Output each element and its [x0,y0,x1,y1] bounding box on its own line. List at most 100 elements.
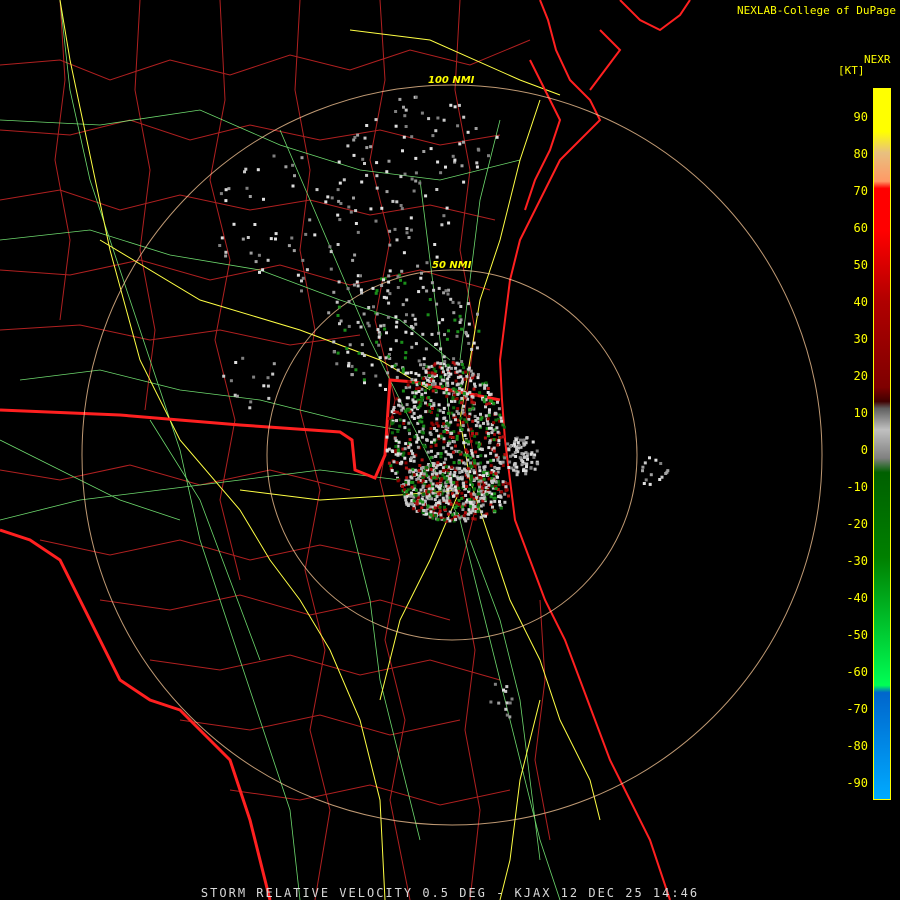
echo-pixel [396,275,400,279]
echo-pixel [328,245,332,249]
echo-pixel [505,685,509,689]
echo-pixel [460,401,464,405]
echo-pixel [442,437,446,441]
echo-pixel [399,175,403,179]
echo-pixel [495,426,499,430]
echo-pixel [530,460,534,464]
echo-pixel [462,366,466,370]
echo-pixel [473,505,477,509]
echo-pixel [497,439,501,443]
echo-pixel [641,465,645,469]
echo-pixel [460,491,464,495]
echo-pixel [512,442,516,446]
echo-pixel [446,512,450,516]
echo-pixel [531,440,535,444]
echo-pixel [505,701,509,705]
echo-pixel [399,204,403,207]
echo-pixel [464,494,468,497]
colorbar-tick-label: -60 [846,665,868,679]
echo-pixel [374,291,378,295]
echo-pixel [258,270,261,274]
echo-pixel [466,467,470,471]
echo-pixel [467,474,470,478]
echo-pixel [518,456,522,460]
echo-pixel [452,393,456,397]
echo-pixel [350,364,354,368]
echo-pixel [396,430,400,433]
echo-pixel [403,426,407,430]
echo-pixel [447,392,451,396]
echo-pixel [664,472,668,475]
echo-pixel [458,369,462,373]
echo-pixel [437,331,441,335]
echo-pixel [462,180,466,184]
echo-pixel [343,328,347,332]
echo-pixel [425,261,429,265]
echo-pixel [424,347,428,351]
echo-pixel [390,365,394,369]
echo-pixel [477,482,481,486]
echo-pixel [460,363,464,366]
echo-pixel [404,498,408,502]
echo-pixel [249,400,253,404]
echo-pixel [458,142,462,146]
echo-pixel [429,427,433,431]
echo-pixel [464,480,468,484]
echo-pixel [505,713,509,717]
echo-pixel [455,512,459,515]
echo-pixel [416,445,420,449]
echo-pixel [386,371,390,375]
echo-pixel [266,376,270,380]
echo-pixel [355,280,359,284]
echo-pixel [397,403,401,407]
echo-pixel [415,502,419,506]
echo-pixel [487,413,491,417]
echo-pixel [274,237,277,241]
echo-pixel [446,384,450,388]
echo-pixel [385,435,389,439]
echo-pixel [248,195,252,198]
highways [59,0,601,900]
echo-pixel [492,496,496,500]
echo-pixel [494,487,498,490]
echo-pixel [387,159,391,163]
echo-pixel [525,436,529,440]
echo-pixel [410,177,414,181]
echo-pixel [421,427,425,431]
echo-pixel [422,509,426,512]
echo-pixel [458,471,462,474]
echo-pixel [495,135,499,139]
echo-pixel [365,124,369,127]
echo-pixel [438,409,442,413]
echo-pixel [428,298,432,301]
echo-pixel [330,196,334,200]
echo-pixel [256,168,260,172]
echo-pixel [332,350,336,354]
echo-pixel [417,386,421,390]
echo-pixel [308,218,312,222]
echo-pixel [482,474,486,478]
echo-pixel [395,320,399,324]
echo-pixel [398,461,402,465]
echo-pixel [463,511,467,515]
echo-pixel [496,400,499,404]
echo-pixel [454,518,458,521]
echo-pixel [244,167,248,171]
echo-pixel [399,278,402,282]
echo-pixel [439,375,443,379]
velocity-colorbar [873,88,891,800]
echo-pixel [487,483,491,487]
echo-pixel [362,378,366,382]
echo-pixel [439,171,443,175]
echo-pixel [433,506,437,510]
echo-pixel [500,419,504,423]
echo-pixel [376,328,380,332]
echo-pixel [470,373,474,377]
echo-pixel [393,227,397,231]
echo-pixel [287,244,291,248]
echo-pixel [446,411,450,415]
echo-pixel [430,472,434,476]
echo-pixel [510,697,514,701]
echo-pixel [235,394,239,398]
echo-pixel [446,403,450,407]
